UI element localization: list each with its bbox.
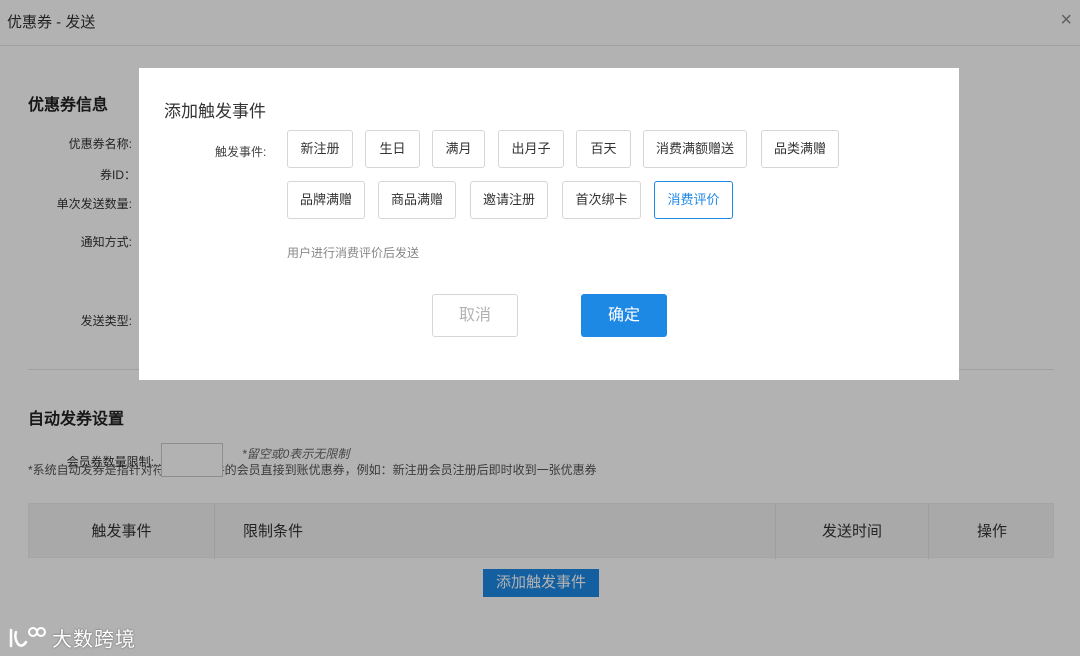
tag-birthday[interactable]: 生日 bbox=[365, 130, 420, 168]
tag-product-gift[interactable]: 商品满赠 bbox=[378, 181, 456, 219]
tag-postpartum[interactable]: 出月子 bbox=[498, 130, 564, 168]
trigger-description: 用户进行消费评价后发送 bbox=[287, 246, 420, 260]
tag-full-month[interactable]: 满月 bbox=[432, 130, 485, 168]
cancel-button[interactable]: 取消 bbox=[432, 294, 518, 337]
tag-spend-threshold[interactable]: 消费满额赠送 bbox=[643, 130, 747, 168]
add-trigger-dialog: 添加触发事件 触发事件: 新注册 生日 满月 出月子 百天 消费满额赠送 品类满… bbox=[139, 68, 959, 380]
dashuju-logo-icon bbox=[9, 627, 46, 648]
tag-new-register[interactable]: 新注册 bbox=[287, 130, 353, 168]
tag-category-gift[interactable]: 品类满赠 bbox=[761, 130, 839, 168]
tag-review-selected[interactable]: 消费评价 bbox=[654, 181, 733, 219]
watermark: 大数跨境 bbox=[8, 622, 136, 652]
watermark-text: 大数跨境 bbox=[52, 628, 136, 651]
tag-invite-register[interactable]: 邀请注册 bbox=[470, 181, 548, 219]
tag-first-card-bind[interactable]: 首次绑卡 bbox=[562, 181, 641, 219]
tag-brand-gift[interactable]: 品牌满赠 bbox=[287, 181, 365, 219]
trigger-event-label: 触发事件: bbox=[215, 145, 267, 159]
dialog-title: 添加触发事件 bbox=[164, 102, 266, 121]
tag-hundred-days[interactable]: 百天 bbox=[576, 130, 631, 168]
confirm-button[interactable]: 确定 bbox=[581, 294, 667, 337]
